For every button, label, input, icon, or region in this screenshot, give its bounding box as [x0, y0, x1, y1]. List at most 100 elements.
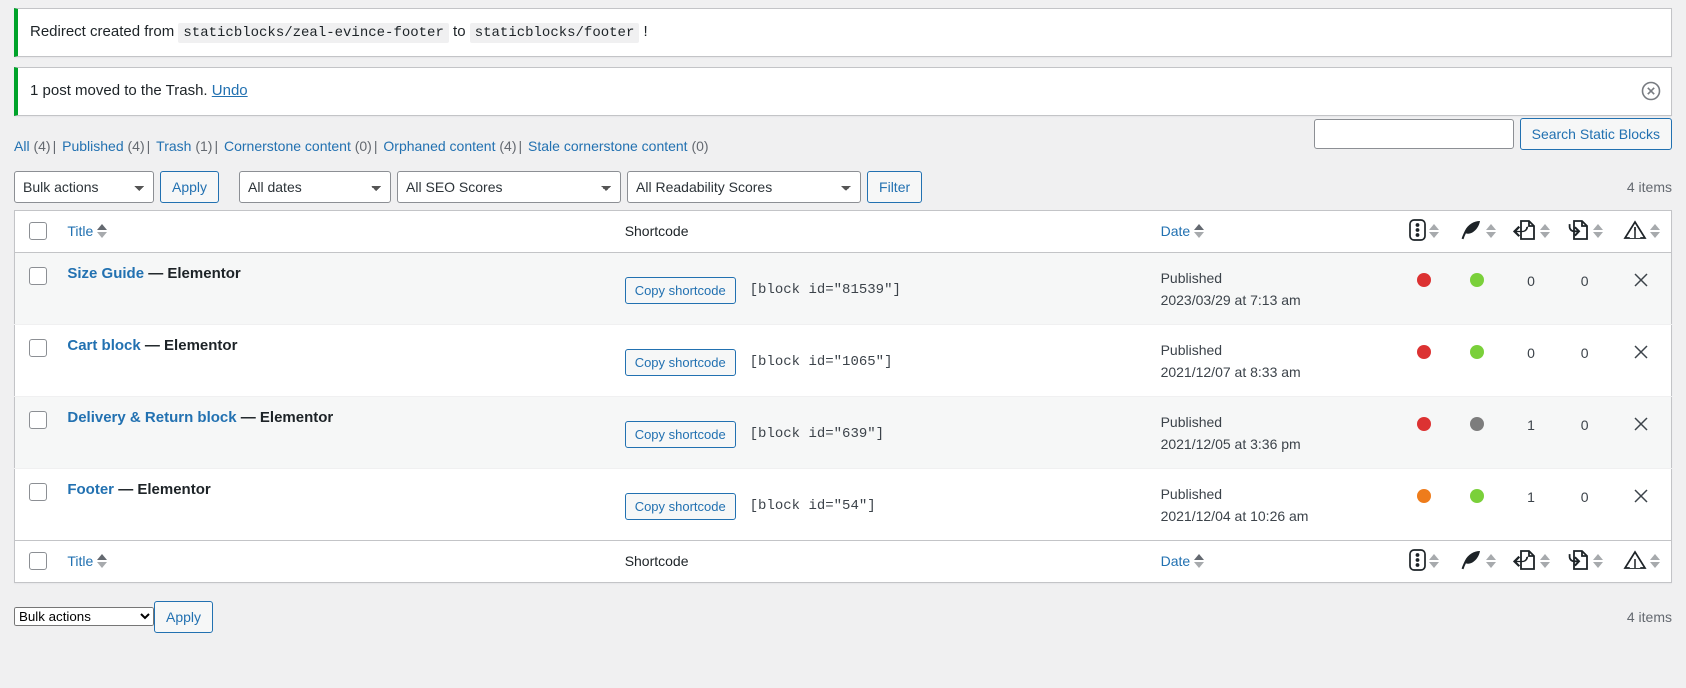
filter-link-stale-label[interactable]: Stale cornerstone content	[528, 138, 688, 154]
readability-score-dot	[1470, 272, 1485, 287]
row-seo-score-cell	[1397, 252, 1451, 324]
dismiss-notice-icon[interactable]	[1641, 81, 1661, 101]
sort-arrows-icon[interactable]	[1485, 554, 1496, 568]
readability-column-footer[interactable]	[1397, 539, 1451, 582]
sort-arrows-icon[interactable]	[1194, 554, 1205, 568]
filter-link-published-label[interactable]: Published	[62, 138, 124, 154]
row-checkbox[interactable]	[29, 266, 47, 285]
seo-scores-filter-select[interactable]: All SEO Scores	[397, 170, 622, 203]
row-readability-score-cell	[1451, 468, 1505, 540]
sort-arrows-icon[interactable]	[1593, 224, 1604, 238]
readability-meter-icon[interactable]	[1409, 548, 1426, 574]
select-all-checkbox-bottom[interactable]	[29, 552, 47, 571]
bulk-actions-select-top[interactable]: Bulk actions	[14, 170, 154, 203]
filter-link-orphaned[interactable]: Orphaned content (4) |	[383, 138, 524, 154]
row-shortcode-cell: Copy shortcode [block id="639"]	[615, 396, 1151, 468]
warning-triangle-icon[interactable]	[1623, 549, 1647, 573]
filter-link-all-label[interactable]: All	[14, 138, 30, 154]
readability-column-header[interactable]	[1397, 210, 1451, 253]
sort-arrows-icon[interactable]	[1649, 554, 1660, 568]
row-title-link[interactable]: Delivery & Return block	[67, 409, 236, 426]
sort-arrows-icon[interactable]	[1485, 224, 1496, 238]
search-submit-button[interactable]: Search Static Blocks	[1519, 117, 1672, 150]
row-title-link[interactable]: Cart block	[67, 337, 140, 354]
title-column-footer[interactable]: Title	[57, 539, 615, 582]
row-date-cell: Published 2021/12/05 at 3:36 pm	[1151, 396, 1398, 468]
filter-button[interactable]: Filter	[867, 170, 923, 203]
incoming-links-column-footer[interactable]	[1504, 539, 1558, 582]
table-row: Size Guide — Elementor Copy shortcode [b…	[14, 252, 1672, 324]
row-title-link[interactable]: Size Guide	[67, 265, 144, 282]
sort-arrows-icon[interactable]	[1593, 554, 1604, 568]
filter-link-cornerstone-label[interactable]: Cornerstone content	[224, 138, 351, 154]
filter-sep: |	[214, 137, 219, 154]
outgoing-links-column-header[interactable]	[1557, 210, 1612, 253]
row-date: 2021/12/04 at 10:26 am	[1160, 507, 1309, 524]
warning-column-header[interactable]	[1611, 210, 1672, 253]
readability-scores-filter-select[interactable]: All Readability Scores	[627, 170, 862, 203]
row-title-link[interactable]: Footer	[67, 481, 114, 498]
row-warning-cell	[1611, 396, 1671, 468]
title-sort-link-top[interactable]: Title	[67, 223, 93, 239]
shortcode-column-header: Shortcode	[614, 210, 1151, 253]
apply-button-top[interactable]: Apply	[160, 170, 220, 203]
date-sort-link-bottom[interactable]: Date	[1161, 553, 1191, 569]
title-sort-link-bottom[interactable]: Title	[67, 553, 93, 569]
seo-score-column-header[interactable]	[1450, 210, 1505, 253]
outgoing-links-icon[interactable]	[1566, 549, 1590, 574]
seo-score-dot	[1416, 488, 1431, 503]
sort-arrows-icon[interactable]	[1539, 224, 1550, 238]
sort-arrows-icon[interactable]	[1539, 554, 1550, 568]
copy-shortcode-button[interactable]: Copy shortcode	[624, 276, 736, 304]
row-date: 2023/03/29 at 7:13 am	[1160, 291, 1301, 308]
row-title-suffix: — Elementor	[144, 264, 241, 282]
static-blocks-table: Title Shortcode Date Size Guide — Elemen…	[14, 209, 1672, 583]
title-column-header[interactable]: Title	[57, 210, 615, 253]
table-footer-row: Title Shortcode Date	[14, 539, 1672, 582]
filter-link-cornerstone[interactable]: Cornerstone content (0) |	[224, 138, 380, 154]
row-checkbox[interactable]	[29, 410, 47, 429]
yoast-feather-icon[interactable]	[1459, 219, 1483, 244]
table-body: Size Guide — Elementor Copy shortcode [b…	[14, 252, 1672, 540]
undo-link[interactable]: Undo	[212, 82, 248, 99]
select-all-checkbox-top[interactable]	[29, 222, 47, 241]
readability-meter-icon[interactable]	[1409, 218, 1426, 244]
copy-shortcode-button[interactable]: Copy shortcode	[624, 348, 736, 376]
copy-shortcode-button[interactable]: Copy shortcode	[624, 420, 736, 448]
yoast-feather-icon[interactable]	[1459, 549, 1483, 574]
sort-arrows-icon[interactable]	[1649, 224, 1660, 238]
sort-arrows-icon[interactable]	[1428, 554, 1439, 568]
table-foot: Title Shortcode Date	[14, 539, 1672, 582]
outgoing-links-column-footer[interactable]	[1557, 539, 1612, 582]
sort-arrows-icon[interactable]	[97, 224, 108, 238]
outgoing-links-icon[interactable]	[1566, 219, 1590, 244]
sort-arrows-icon[interactable]	[1194, 224, 1205, 238]
sort-arrows-icon[interactable]	[1428, 224, 1439, 238]
warning-triangle-icon[interactable]	[1623, 219, 1647, 243]
seo-score-column-footer[interactable]	[1450, 539, 1505, 582]
dates-filter-select[interactable]: All dates	[239, 170, 392, 203]
incoming-links-icon[interactable]	[1512, 549, 1537, 574]
filter-link-trash[interactable]: Trash (1) |	[156, 138, 220, 154]
filter-link-stale[interactable]: Stale cornerstone content (0)	[528, 138, 709, 154]
row-status: Published	[1160, 413, 1223, 430]
date-sort-link-top[interactable]: Date	[1161, 223, 1191, 239]
apply-button-bottom[interactable]: Apply	[154, 600, 214, 633]
date-column-footer[interactable]: Date	[1150, 539, 1398, 582]
bulk-actions-select-bottom[interactable]: Bulk actions	[14, 607, 154, 626]
row-checkbox[interactable]	[29, 482, 47, 501]
sort-arrows-icon[interactable]	[97, 554, 108, 568]
incoming-links-column-header[interactable]	[1504, 210, 1558, 253]
filter-link-orphaned-label[interactable]: Orphaned content	[383, 138, 495, 154]
date-column-header[interactable]: Date	[1150, 210, 1398, 253]
filter-link-all[interactable]: All (4) |	[14, 138, 58, 154]
copy-shortcode-button[interactable]: Copy shortcode	[624, 492, 736, 520]
warning-column-footer[interactable]	[1611, 539, 1672, 582]
row-checkbox[interactable]	[29, 338, 47, 357]
search-input[interactable]	[1313, 118, 1514, 149]
row-outgoing-links-cell: 0	[1580, 416, 1589, 433]
filter-link-published[interactable]: Published (4) |	[62, 138, 152, 154]
table-header-row: Title Shortcode Date	[14, 210, 1672, 253]
filter-link-trash-label[interactable]: Trash	[156, 138, 191, 154]
incoming-links-icon[interactable]	[1512, 219, 1537, 244]
